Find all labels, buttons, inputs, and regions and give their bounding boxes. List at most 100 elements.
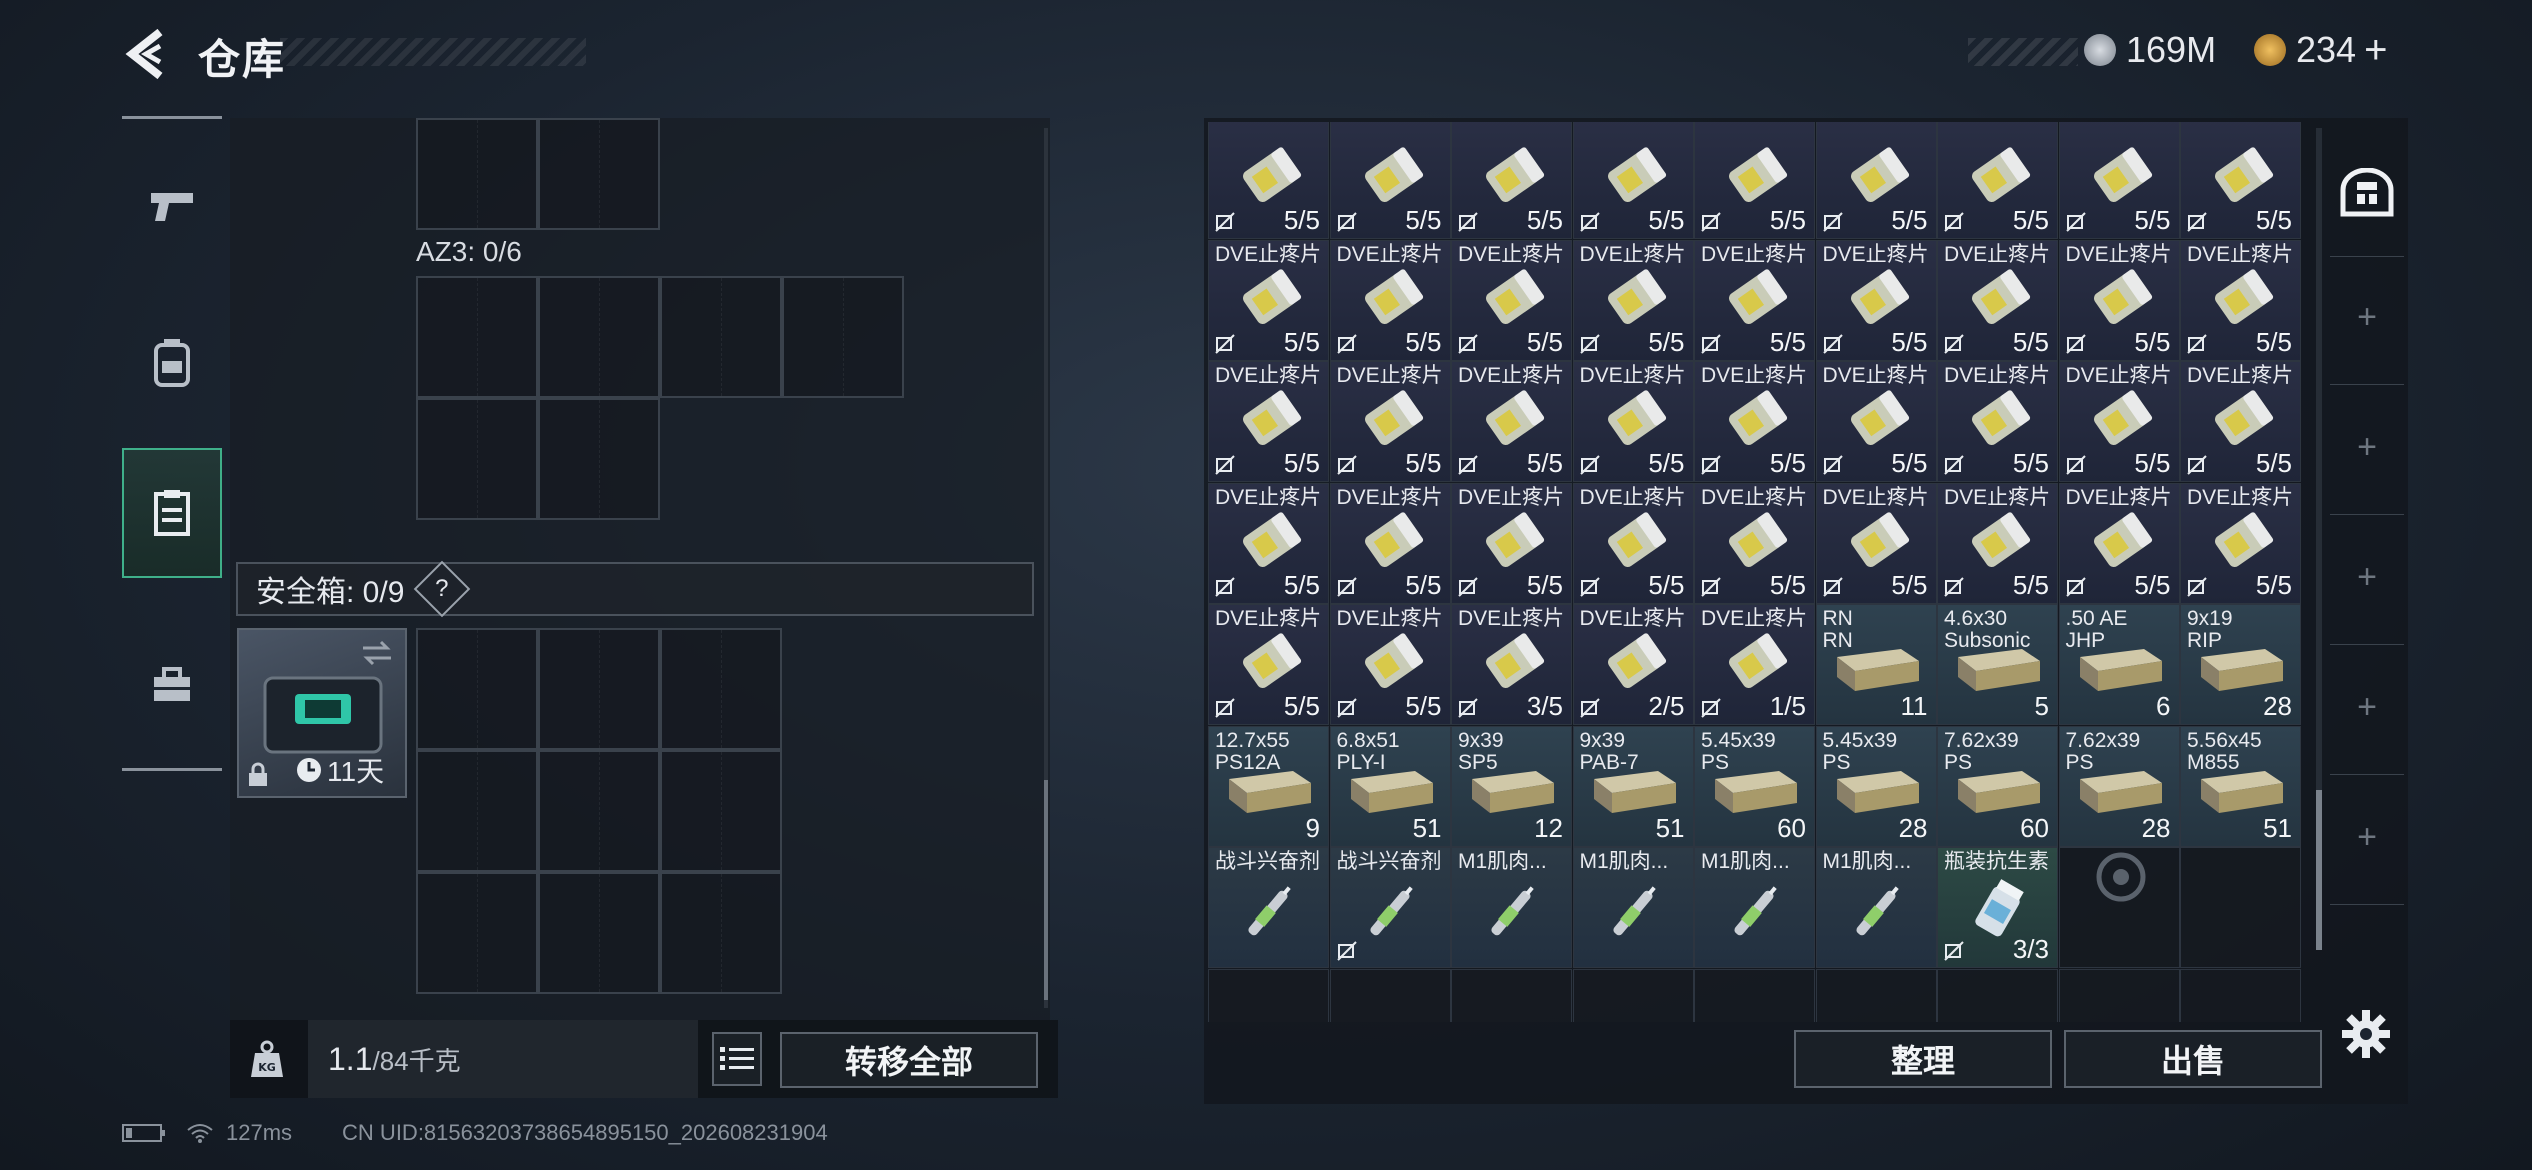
sort-button[interactable]: 整理 <box>1794 1030 2052 1088</box>
container-slot[interactable] <box>416 118 538 230</box>
stash-item-med[interactable]: 5/5 <box>1572 122 1694 239</box>
left-scrollbar-thumb[interactable] <box>1044 780 1048 1000</box>
add-currency-icon[interactable]: + <box>2364 28 2387 73</box>
az3-slot[interactable] <box>782 276 904 398</box>
stash-item-ammo[interactable]: 7.62x39 PS 28 <box>2058 725 2180 847</box>
empty-slot[interactable] <box>2180 847 2301 968</box>
stash-item-med[interactable]: 5/5 <box>1815 122 1937 239</box>
stash-item-ammo[interactable]: .50 AE JHP 6 <box>2058 604 2180 725</box>
settings-button[interactable] <box>2340 1008 2392 1060</box>
silver-currency[interactable]: 169M <box>2084 28 2216 72</box>
stash-item-med[interactable]: DVE止疼片 5/5 <box>2058 361 2180 482</box>
stash-item-ammo[interactable]: 12.7x55 PS12A 9 <box>1208 725 1329 847</box>
safe-slot[interactable] <box>538 750 660 872</box>
stash-item-med[interactable]: DVE止疼片 5/5 <box>1815 361 1937 482</box>
stash-item-med[interactable]: DVE止疼片 5/5 <box>1815 239 1937 361</box>
container-slot[interactable] <box>538 118 660 230</box>
stash-item-med[interactable]: DVE止疼片 5/5 <box>2180 482 2301 604</box>
stash-item-med[interactable]: DVE止疼片 5/5 <box>1937 361 2058 482</box>
stash-item-med[interactable]: DVE止疼片 5/5 <box>1451 482 1572 604</box>
stash-item-ammo[interactable]: 9x39 PAB-7 51 <box>1572 725 1694 847</box>
nav-toolbox[interactable] <box>122 620 222 750</box>
stash-item-med[interactable]: DVE止疼片 2/5 <box>1572 604 1694 725</box>
stash-item-med[interactable]: DVE止疼片 5/5 <box>1329 239 1451 361</box>
stash-item-med[interactable]: DVE止疼片 5/5 <box>2058 239 2180 361</box>
stash-item-med[interactable]: DVE止疼片 5/5 <box>1694 361 1815 482</box>
stash-item-med[interactable]: DVE止疼片 5/5 <box>1329 604 1451 725</box>
stash-item-med[interactable]: DVE止疼片 5/5 <box>1208 239 1329 361</box>
stash-item-med[interactable]: 5/5 <box>1329 122 1451 239</box>
empty-slot[interactable] <box>2058 847 2180 968</box>
add-stash-page-button[interactable]: + <box>2326 558 2408 597</box>
stash-item-ammo[interactable]: 6.8x51 PLY-I 51 <box>1329 725 1451 847</box>
stash-item-med[interactable]: DVE止疼片 5/5 <box>1208 604 1329 725</box>
stash-item-med[interactable]: DVE止疼片 5/5 <box>1451 361 1572 482</box>
safe-slot[interactable] <box>416 750 538 872</box>
az3-slot[interactable] <box>538 398 660 520</box>
stash-item-med[interactable]: 5/5 <box>1694 122 1815 239</box>
add-stash-page-button[interactable]: + <box>2326 688 2408 727</box>
safe-slot[interactable] <box>416 628 538 750</box>
stash-item-med[interactable]: DVE止疼片 5/5 <box>2180 239 2301 361</box>
stash-item-med[interactable]: DVE止疼片 5/5 <box>1572 239 1694 361</box>
add-stash-page-button[interactable]: + <box>2326 818 2408 857</box>
safe-slot[interactable] <box>660 750 782 872</box>
stash-item-med[interactable]: DVE止疼片 3/5 <box>1451 604 1572 725</box>
stash-item-med[interactable]: DVE止疼片 5/5 <box>1572 361 1694 482</box>
stash-item-inj[interactable]: M1肌肉... <box>1572 847 1694 968</box>
stash-item-med[interactable]: DVE止疼片 5/5 <box>1329 482 1451 604</box>
help-icon[interactable]: ? <box>414 560 471 618</box>
stash-item-med[interactable]: DVE止疼片 5/5 <box>1694 239 1815 361</box>
stash-item-med[interactable]: DVE止疼片 5/5 <box>1572 482 1694 604</box>
az3-slot[interactable] <box>538 276 660 398</box>
stash-item-med[interactable]: DVE止疼片 5/5 <box>2180 361 2301 482</box>
stash-item-med[interactable]: 5/5 <box>1208 122 1329 239</box>
add-stash-page-button[interactable]: + <box>2326 298 2408 337</box>
stash-item-ammo[interactable]: 5.45x39 PS 28 <box>1815 725 1937 847</box>
stash-item-inj[interactable]: M1肌肉... <box>1815 847 1937 968</box>
stash-item-ammo[interactable]: 9x39 SP5 12 <box>1451 725 1572 847</box>
safe-slot[interactable] <box>660 628 782 750</box>
stash-item-med[interactable]: DVE止疼片 5/5 <box>1937 239 2058 361</box>
stash-item-anti[interactable]: 瓶装抗生素 3/3 <box>1937 847 2058 968</box>
safe-slot[interactable] <box>538 628 660 750</box>
stash-item-med[interactable]: DVE止疼片 5/5 <box>2058 482 2180 604</box>
list-view-button[interactable] <box>712 1032 762 1086</box>
stash-item-med[interactable]: DVE止疼片 5/5 <box>1694 482 1815 604</box>
empty-slot[interactable] <box>2180 968 2301 1022</box>
swap-icon[interactable] <box>359 638 395 668</box>
sell-button[interactable]: 出售 <box>2064 1030 2322 1088</box>
stash-item-inj[interactable]: M1肌肉... <box>1694 847 1815 968</box>
safe-slot[interactable] <box>660 872 782 994</box>
safe-slot[interactable] <box>416 872 538 994</box>
stash-item-ammo[interactable]: 4.6x30 Subsonic 5 <box>1937 604 2058 725</box>
stash-item-med[interactable]: DVE止疼片 5/5 <box>1208 361 1329 482</box>
safe-slot[interactable] <box>538 872 660 994</box>
empty-slot[interactable] <box>1329 968 1451 1022</box>
stash-category-button[interactable] <box>2326 154 2408 232</box>
stash-item-med[interactable]: DVE止疼片 1/5 <box>1694 604 1815 725</box>
stash-item-med[interactable]: DVE止疼片 5/5 <box>1329 361 1451 482</box>
stash-item-inj[interactable]: 战斗兴奋剂 <box>1208 847 1329 968</box>
stash-item-med[interactable]: DVE止疼片 5/5 <box>1208 482 1329 604</box>
empty-slot[interactable] <box>1451 968 1572 1022</box>
stash-item-ammo[interactable]: RN RN 11 <box>1815 604 1937 725</box>
gold-currency[interactable]: 234 + <box>2254 28 2387 72</box>
stash-item-med[interactable]: 5/5 <box>2058 122 2180 239</box>
stash-item-inj[interactable]: M1肌肉... <box>1451 847 1572 968</box>
back-button[interactable] <box>118 24 178 84</box>
stash-item-ammo[interactable]: 7.62x39 PS 60 <box>1937 725 2058 847</box>
az3-slot[interactable] <box>416 398 538 520</box>
stash-item-ammo[interactable]: 9x19 RIP 28 <box>2180 604 2301 725</box>
stash-item-med[interactable]: DVE止疼片 5/5 <box>1451 239 1572 361</box>
add-stash-page-button[interactable]: + <box>2326 428 2408 467</box>
empty-slot[interactable] <box>1815 968 1937 1022</box>
right-scrollbar-thumb[interactable] <box>2316 790 2322 950</box>
stash-item-med[interactable]: 5/5 <box>1937 122 2058 239</box>
empty-slot[interactable] <box>1208 968 1329 1022</box>
stash-item-ammo[interactable]: 5.56x45 M855 51 <box>2180 725 2301 847</box>
az3-slot[interactable] <box>416 276 538 398</box>
stash-item-inj[interactable]: 战斗兴奋剂 <box>1329 847 1451 968</box>
empty-slot[interactable] <box>1937 968 2058 1022</box>
stash-item-med[interactable]: 5/5 <box>2180 122 2301 239</box>
